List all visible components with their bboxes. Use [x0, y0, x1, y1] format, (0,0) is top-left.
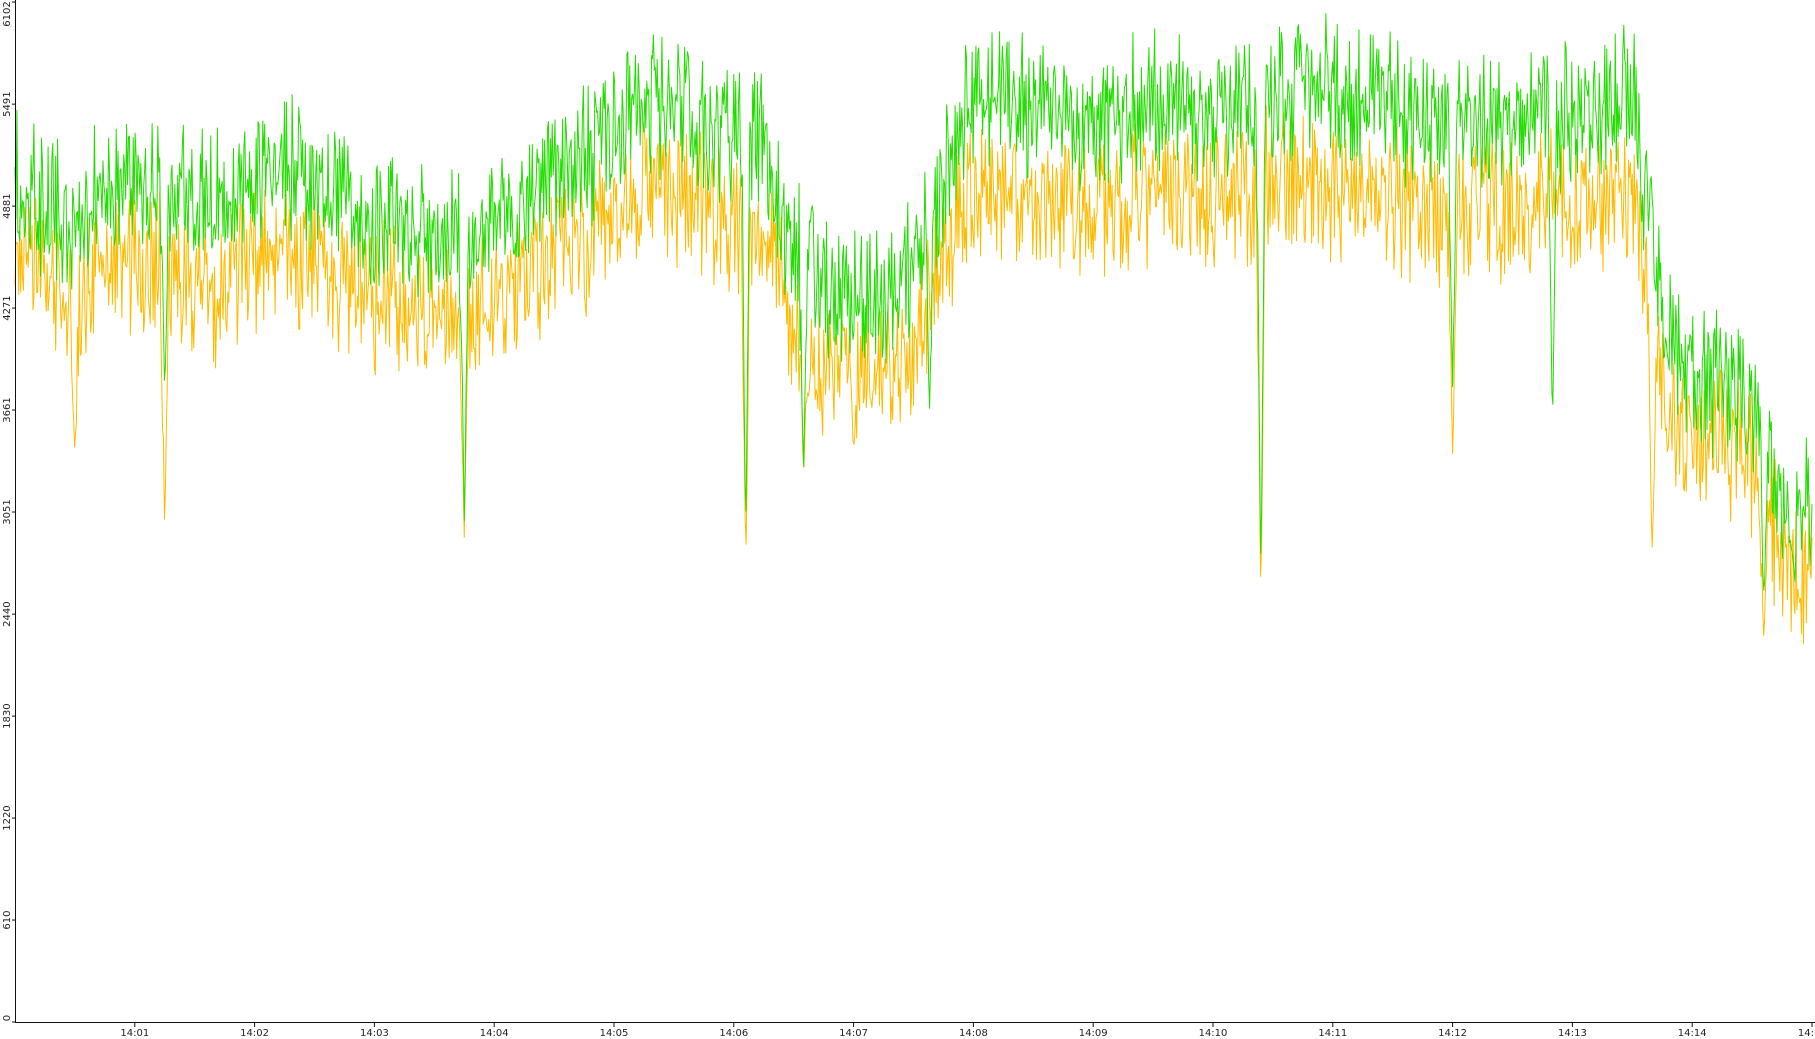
x-tick-label: 14:14 — [1678, 1028, 1707, 1039]
x-tick-label: 14:06 — [719, 1028, 748, 1039]
x-tick-label: 14:05 — [600, 1028, 629, 1039]
x-tick-label: 14:04 — [480, 1028, 509, 1039]
chart-root: 0 610 1220 1830 2440 3051 3661 4271 4881 5491 6102… — [0, 0, 1815, 1039]
x-tick-label: 14:08 — [959, 1028, 988, 1039]
y-tick-label: 3051 — [2, 499, 13, 524]
x-tick-label: 14:12 — [1438, 1028, 1467, 1039]
x-tick-label: 14:13 — [1558, 1028, 1587, 1039]
x-tick-label: 14:11 — [1318, 1028, 1347, 1039]
y-tick-label: 3661 — [2, 397, 13, 422]
x-tick-label: 14:09 — [1079, 1028, 1108, 1039]
x-tick-label: 14:01 — [120, 1028, 149, 1039]
x-tick-label: 14:10 — [1199, 1028, 1228, 1039]
x-tick-label: 14:03 — [360, 1028, 389, 1039]
y-tick-label: 4271 — [2, 295, 13, 320]
x-tick-label: 14: — [1798, 1028, 1814, 1039]
y-tick-label: 610 — [2, 910, 13, 929]
y-tick-label: 2440 — [2, 601, 13, 626]
x-tick-label: 14:07 — [839, 1028, 868, 1039]
y-tick-label: 4881 — [2, 193, 13, 218]
x-tick-label: 14:02 — [240, 1028, 269, 1039]
chart-plot: 0 610 1220 1830 2440 3051 3661 4271 4881 5491 6102… — [0, 0, 1815, 1039]
y-tick-label: 1220 — [2, 805, 13, 830]
y-tick-label: 6102 — [2, 1, 13, 26]
y-tick-label: 1830 — [2, 703, 13, 728]
plot-background — [0, 0, 1815, 1039]
y-tick-label: 5491 — [2, 91, 13, 116]
y-tick-label: 0 — [2, 1015, 13, 1021]
